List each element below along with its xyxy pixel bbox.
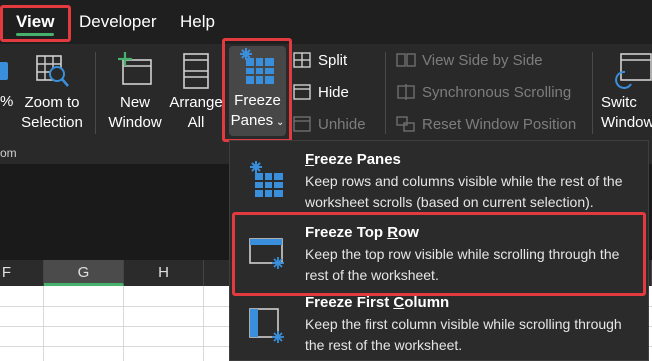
view-tab-highlight [0,5,71,42]
unhide-label: Unhide [318,115,366,133]
menu-item-description: Keep the first column visible while scro… [305,316,622,353]
switch-windows-label-2: Window [601,114,652,131]
view-side-by-side-label: View Side by Side [422,51,543,69]
column-header-f[interactable]: F [0,260,44,286]
switch-windows-icon [615,53,652,89]
grid-line [123,286,124,361]
new-window-label-1: New [119,94,150,111]
freeze-first-column-icon [249,308,284,343]
unhide-button[interactable]: Unhide [292,115,366,133]
view-side-by-side-icon [396,53,416,67]
hide-icon [293,84,311,100]
zoom-group-label: om [0,146,17,160]
synchronous-scrolling-icon [397,84,415,100]
unhide-icon [293,116,311,132]
mnemonic-letter: F [305,151,315,168]
ribbon-separator [592,52,593,134]
grid-line [43,286,44,361]
menu-item-freeze-first-column[interactable]: Freeze First Column Keep the first colum… [230,291,648,361]
grid-line [203,286,204,361]
synchronous-scrolling-label: Synchronous Scrolling [422,83,572,101]
synchronous-scrolling-button[interactable]: Synchronous Scrolling [396,83,571,101]
switch-windows-button[interactable]: Switc Window [601,52,652,133]
zoom-to-selection-label-2: Selection [21,114,83,131]
arrange-all-icon [183,53,209,89]
menu-item-description: Keep rows and columns visible while the … [305,173,623,210]
switch-windows-label-1: Switc [601,94,637,111]
split-label: Split [318,51,348,69]
menu-item-title: Freeze First Column [305,294,450,311]
reset-window-position-icon [396,116,415,132]
arrange-all-label-1: Arrange [169,94,223,111]
split-button[interactable]: Split [292,51,347,69]
split-icon [293,52,311,68]
new-window-icon [118,52,152,85]
zoom-100-label: % [0,93,14,110]
hide-label: Hide [318,83,349,101]
zoom-to-selection-icon [36,55,69,87]
reset-window-position-button[interactable]: Reset Window Position [396,115,576,133]
new-window-button[interactable]: New Window [104,52,166,133]
freeze-top-row-highlight [232,212,646,296]
menu-item-title: Freeze Panes [305,151,401,168]
zoom-100-icon [0,62,8,80]
column-header-h[interactable]: H [124,260,204,286]
mnemonic-letter: C [393,294,405,311]
hide-button[interactable]: Hide [292,83,349,101]
ribbon-separator [385,52,386,134]
freeze-panes-icon [250,161,283,197]
zoom-to-selection-label-1: Zoom to [24,94,80,111]
ribbon-tab-bar: View Developer Help [0,0,652,44]
column-header-g[interactable]: G [44,260,124,286]
arrange-all-button[interactable]: Arrange All [166,52,226,133]
ribbon-separator [95,52,96,134]
zoom-100-button-partial[interactable]: % [0,56,14,112]
zoom-to-selection-button[interactable]: Zoom to Selection [20,52,84,133]
new-window-label-2: Window [108,114,162,131]
menu-item-freeze-panes[interactable]: Freeze Panes Keep rows and columns visib… [230,141,648,211]
view-side-by-side-button[interactable]: View Side by Side [396,51,543,69]
arrange-all-label-2: All [187,114,205,131]
reset-window-position-label: Reset Window Position [422,115,577,133]
freeze-panes-highlight [222,38,292,142]
tab-help[interactable]: Help [180,12,215,32]
tab-developer[interactable]: Developer [79,12,157,32]
